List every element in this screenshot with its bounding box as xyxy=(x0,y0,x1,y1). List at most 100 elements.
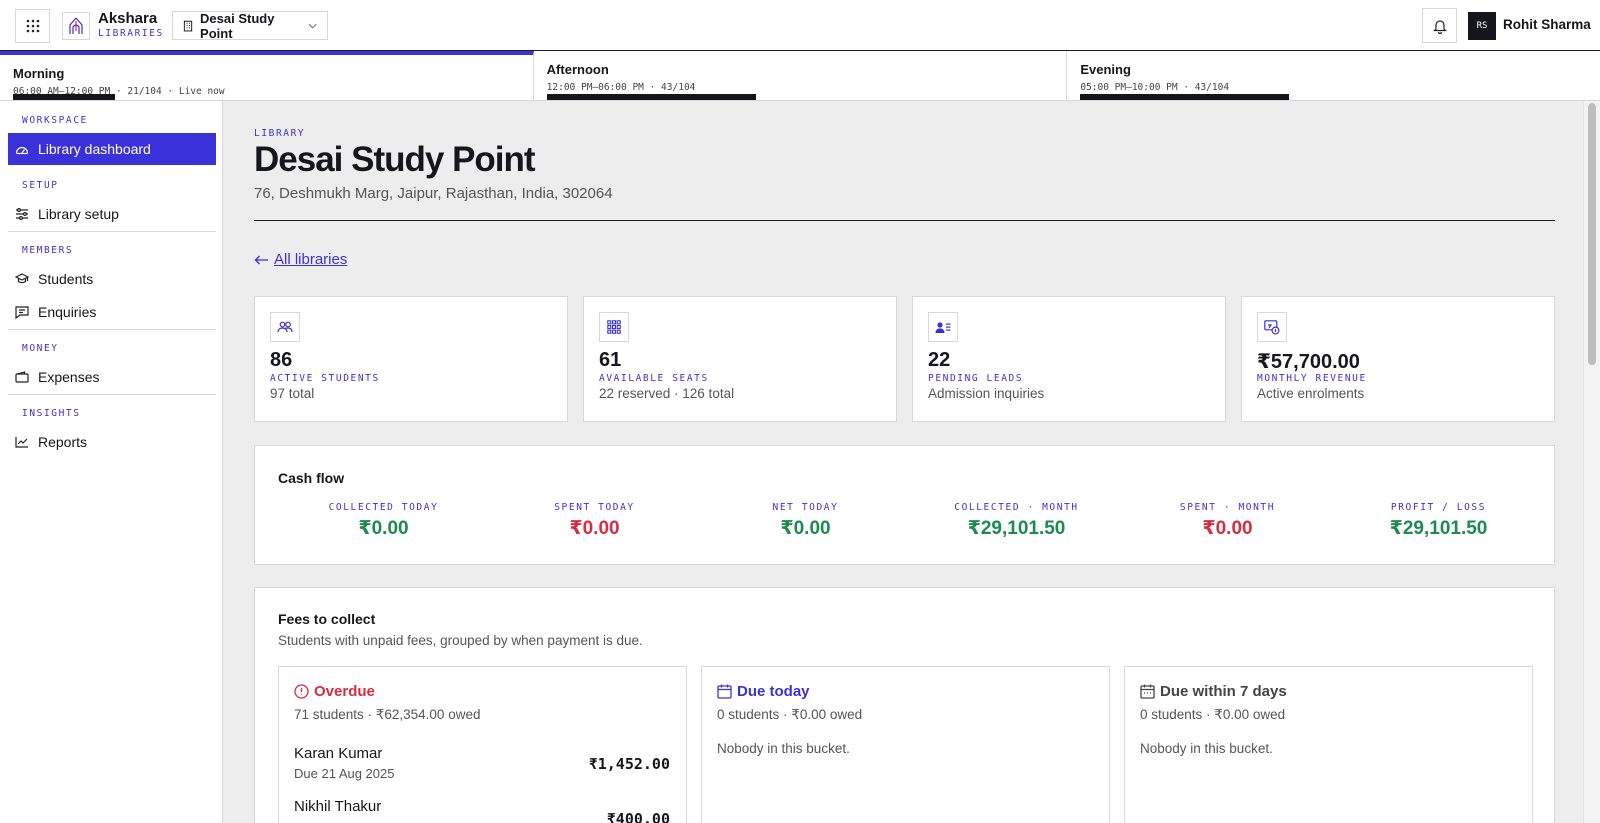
sidebar-item-label: Students xyxy=(38,271,94,287)
stat-sub: 22 reserved · 126 total xyxy=(599,386,735,401)
sidebar-item-label: Library dashboard xyxy=(38,141,151,157)
shift-strip: Morning 06:00 AM–12:00 PM · 21/104 · Liv… xyxy=(0,51,1600,101)
cash-flow-item: SPENT TODAY ₹0.00 xyxy=(489,502,700,540)
brand-name: Akshara xyxy=(98,10,158,27)
cash-flow-label: PROFIT / LOSS xyxy=(1390,502,1487,513)
library-selector-value: Desai Study Point xyxy=(200,10,275,41)
shift-tab-afternoon[interactable]: Afternoon 12:00 PM–06:00 PM · 43/104 xyxy=(534,51,1068,100)
fees-subtitle: Students with unpaid fees, grouped by wh… xyxy=(278,633,643,648)
brand-subtitle: LIBRARIES xyxy=(98,28,164,39)
app-grid-icon xyxy=(26,19,39,33)
bucket-heading: Due within 7 days xyxy=(1140,683,1287,700)
stat-card-available-seats[interactable]: 61 AVAILABLE SEATS 22 reserved · 126 tot… xyxy=(583,296,897,422)
fees-card: Fees to collect Students with unpaid fee… xyxy=(254,587,1555,823)
page-address: 76, Deshmukh Marg, Jaipur, Rajasthan, In… xyxy=(254,185,613,202)
sidebar-item-label: Expenses xyxy=(38,369,100,385)
stat-card-monthly-revenue[interactable]: ₹57,700.00 MONTHLY REVENUE Active enrolm… xyxy=(1241,296,1555,422)
grid-icon xyxy=(607,320,621,334)
shift-label: Morning xyxy=(13,66,65,81)
bucket-due-today[interactable]: Due today 0 students · ₹0.00 owed Nobody… xyxy=(701,666,1110,823)
stat-sub: 97 total xyxy=(270,386,315,401)
shift-tab-morning[interactable]: Morning 06:00 AM–12:00 PM · 21/104 · Liv… xyxy=(0,51,534,100)
stat-icon-box xyxy=(270,312,300,342)
fee-amount: ₹1,452.00 xyxy=(588,755,670,773)
stat-card-pending-leads[interactable]: 22 PENDING LEADS Admission inquiries xyxy=(912,296,1226,422)
temple-logo-icon xyxy=(69,17,83,34)
calendar-icon xyxy=(717,684,732,699)
cash-flow-card: Cash flow COLLECTED TODAY ₹0.00 SPENT TO… xyxy=(254,445,1555,565)
app-grid-button[interactable] xyxy=(15,9,50,43)
user-name[interactable]: Rohit Sharma xyxy=(1503,17,1591,32)
scrollbar-thumb[interactable] xyxy=(1588,103,1596,365)
cash-flow-value: ₹0.00 xyxy=(780,518,831,539)
graduation-cap-icon xyxy=(15,273,29,284)
cash-flow-label: COLLECTED · MONTH xyxy=(954,502,1079,513)
bucket-meta: 0 students · ₹0.00 owed xyxy=(1140,707,1286,722)
brand-logo[interactable] xyxy=(62,12,90,40)
sidebar-section-members: MEMBERS xyxy=(22,245,74,256)
sidebar-divider xyxy=(8,231,216,232)
stat-label: PENDING LEADS xyxy=(928,373,1024,384)
sidebar-item-label: Reports xyxy=(38,434,88,450)
stat-icon-box xyxy=(1257,312,1287,342)
alert-circle-icon xyxy=(294,684,309,699)
sidebar-item-reports[interactable]: Reports xyxy=(8,426,216,458)
fees-title: Fees to collect xyxy=(278,611,376,627)
bucket-heading: Due today xyxy=(717,683,810,700)
shift-occupancy-bar xyxy=(546,94,756,100)
bucket-empty-message: Nobody in this bucket. xyxy=(717,741,850,756)
main-content: LIBRARY Desai Study Point 76, Deshmukh M… xyxy=(223,101,1583,823)
library-selector[interactable]: Desai Study Point xyxy=(172,10,328,41)
stat-sub: Admission inquiries xyxy=(928,386,1045,401)
top-bar: Akshara LIBRARIES Desai Study Point RS R… xyxy=(0,0,1600,51)
cash-flow-label: NET TODAY xyxy=(772,502,839,513)
cash-flow-label: COLLECTED TODAY xyxy=(328,502,439,513)
cash-flow-label: SPENT · MONTH xyxy=(1179,502,1276,513)
stat-label: AVAILABLE SEATS xyxy=(599,373,709,384)
revenue-icon xyxy=(1264,319,1280,335)
stat-value: ₹57,700.00 xyxy=(1257,351,1360,373)
shift-occupancy-bar xyxy=(13,94,115,100)
stat-label: ACTIVE STUDENTS xyxy=(270,373,380,384)
contact-list-icon xyxy=(935,321,951,333)
sliders-icon xyxy=(16,208,28,220)
cash-flow-value: ₹29,101.50 xyxy=(1389,518,1488,539)
bucket-heading: Overdue xyxy=(294,683,375,700)
title-divider xyxy=(254,220,1555,221)
main-scrollbar[interactable] xyxy=(1583,101,1600,823)
stat-sub: Active enrolments xyxy=(1257,386,1365,401)
notifications-button[interactable] xyxy=(1422,8,1457,43)
fee-row[interactable]: Nikhil Thakur ₹400.00 xyxy=(294,798,670,823)
stat-value: 61 xyxy=(599,349,622,371)
cash-flow-value: ₹29,101.50 xyxy=(967,518,1066,539)
all-libraries-link[interactable]: All libraries xyxy=(254,251,347,268)
building-icon xyxy=(183,20,193,31)
fee-row[interactable]: Karan Kumar Due 21 Aug 2025 ₹1,452.00 xyxy=(294,745,670,781)
cash-flow-item: SPENT · MONTH ₹0.00 xyxy=(1122,502,1333,540)
calendar-week-icon xyxy=(1140,684,1155,699)
shift-meta: 05:00 PM–10:00 PM · 43/104 xyxy=(1080,82,1230,93)
stat-value: 86 xyxy=(270,349,293,371)
sidebar-item-enquiries[interactable]: Enquiries xyxy=(8,296,216,328)
shift-tab-evening[interactable]: Evening 05:00 PM–10:00 PM · 43/104 xyxy=(1067,51,1600,100)
cash-flow-label: SPENT TODAY xyxy=(554,502,635,513)
bucket-meta: 71 students · ₹62,354.00 owed xyxy=(294,707,481,722)
sidebar-divider xyxy=(8,394,216,395)
bucket-meta: 0 students · ₹0.00 owed xyxy=(717,707,863,722)
bucket-due-within-7-days[interactable]: Due within 7 days 0 students · ₹0.00 owe… xyxy=(1124,666,1533,823)
chevron-down-icon xyxy=(308,23,317,29)
wallet-icon xyxy=(15,371,29,383)
bucket-overdue[interactable]: Overdue 71 students · ₹62,354.00 owed Ka… xyxy=(278,666,687,823)
sidebar-item-library-setup[interactable]: Library setup xyxy=(8,198,216,230)
stat-card-active-students[interactable]: 86 ACTIVE STUDENTS 97 total xyxy=(254,296,568,422)
stat-value: 22 xyxy=(928,349,951,371)
bucket-title: Due within 7 days xyxy=(1160,683,1287,700)
shift-label: Evening xyxy=(1080,62,1131,77)
sidebar-section-insights: INSIGHTS xyxy=(22,408,81,419)
user-avatar[interactable]: RS xyxy=(1468,12,1496,40)
sidebar-item-students[interactable]: Students xyxy=(8,263,216,295)
sidebar-item-library-dashboard[interactable]: Library dashboard xyxy=(8,133,216,165)
bucket-title: Due today xyxy=(737,683,810,700)
sidebar-item-expenses[interactable]: Expenses xyxy=(8,361,216,393)
arrow-left-icon xyxy=(254,255,268,264)
